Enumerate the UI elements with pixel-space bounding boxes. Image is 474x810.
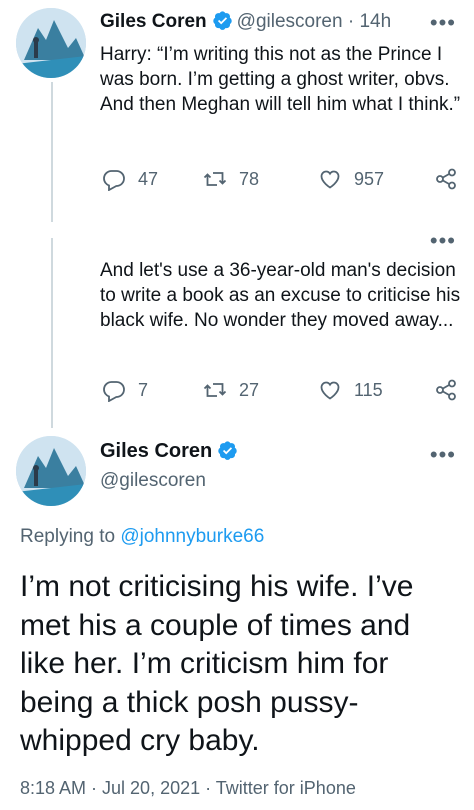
retweet-button[interactable]: 78 [203, 167, 259, 191]
avatar[interactable] [16, 8, 86, 78]
reply-button[interactable]: 47 [102, 167, 158, 191]
like-count: 115 [354, 379, 383, 400]
retweet-icon [203, 383, 227, 397]
replying-prefix: Replying to [20, 526, 116, 547]
author-handle[interactable]: @gilescoren [237, 11, 343, 32]
author-name[interactable]: Giles Coren [100, 11, 207, 32]
share-icon [436, 168, 456, 190]
like-button[interactable]: 115 [318, 378, 383, 402]
verified-badge-icon [212, 11, 232, 30]
like-button[interactable]: 957 [318, 167, 384, 191]
share-button[interactable] [434, 167, 470, 191]
thread-line [51, 82, 53, 222]
author-handle[interactable]: @gilescoren [100, 470, 206, 492]
thread-line [51, 238, 53, 428]
tweet-actions: 7 27 115 [100, 378, 460, 406]
reply-icon [103, 381, 125, 402]
tweet-actions: 47 78 957 [100, 167, 460, 195]
retweet-icon [203, 172, 227, 186]
retweet-count: 27 [239, 379, 260, 400]
avatar[interactable] [16, 436, 86, 506]
tweet-timestamp[interactable]: 8:18 AM · Jul 20, 2021 · Twitter for iPh… [20, 778, 356, 799]
share-icon [436, 379, 456, 401]
mention-link[interactable]: @johnnyburke66 [120, 526, 264, 547]
heart-icon [320, 170, 340, 189]
heart-icon [320, 381, 340, 400]
tweet-header: Giles Coren @gilescoren · 14h [100, 10, 391, 33]
tweet-time[interactable]: · 14h [348, 11, 391, 32]
share-button[interactable] [434, 378, 470, 402]
reply-count: 47 [138, 168, 159, 189]
reply-count: 7 [138, 379, 149, 400]
more-dots-icon[interactable]: ••• [430, 444, 456, 466]
main-tweet-text: I’m not criticising his wife. I’ve met h… [20, 570, 414, 757]
replying-to: Replying to @johnnyburke66 [20, 526, 264, 548]
reply-button[interactable]: 7 [102, 378, 148, 402]
tweet-text: And let's use a 36-year-old man's decisi… [100, 260, 461, 331]
verified-badge-icon [218, 441, 237, 460]
retweet-count: 78 [239, 168, 260, 189]
reply-icon [103, 170, 125, 191]
more-dots-icon[interactable]: ••• [430, 12, 456, 34]
tweet-text: Harry: “I’m writing this not as the Prin… [100, 44, 461, 115]
author-name[interactable]: Giles Coren [100, 440, 242, 463]
retweet-button[interactable]: 27 [203, 378, 259, 402]
like-count: 957 [354, 168, 385, 189]
more-dots-icon[interactable]: ••• [430, 230, 456, 252]
